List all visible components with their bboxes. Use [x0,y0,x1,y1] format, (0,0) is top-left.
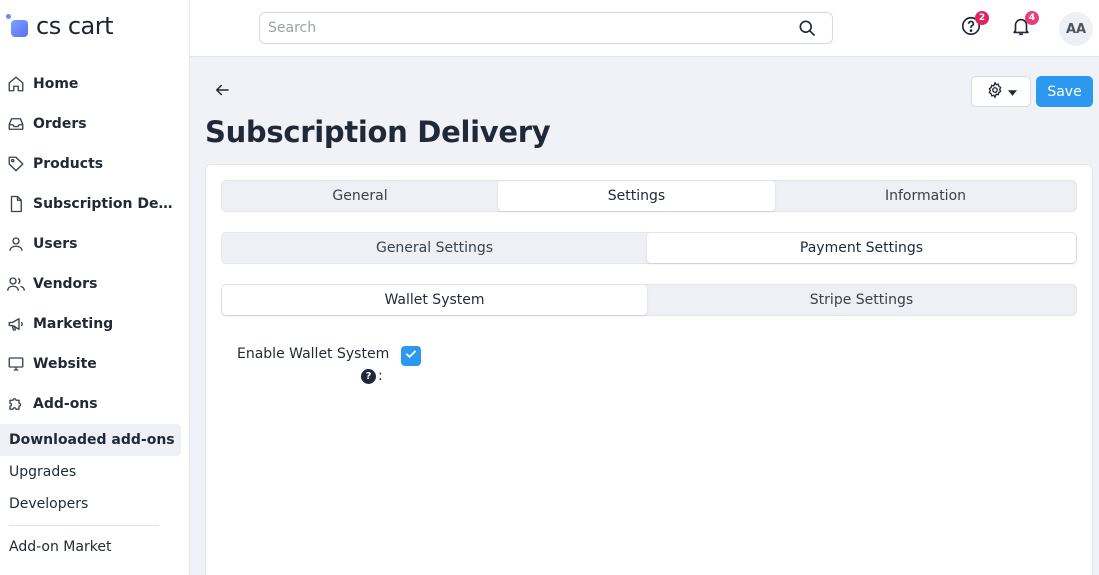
sidebar-item-website[interactable]: Website [0,344,190,384]
checkmark-icon [404,347,418,365]
sidebar-item-add-ons[interactable]: Add-ons [0,384,190,424]
notifications-button[interactable]: 4 [1009,11,1039,40]
arrow-left-icon [213,81,231,103]
settings-tabs: General Settings Payment Settings [221,232,1077,264]
caret-down-icon [1007,84,1017,100]
inbox-icon [6,114,26,134]
sidebar-item-label: Subscription Delivery [33,196,175,212]
file-icon [6,194,26,214]
sidebar-item-home[interactable]: Home [0,64,190,104]
sidebar-item-label: Add-ons [33,396,98,412]
search-icon[interactable] [796,17,818,39]
tag-icon [6,154,26,174]
sidebar-item-label: Website [33,356,97,372]
sidebar-item-products[interactable]: Products [0,144,190,184]
sidebar-item-label: Home [33,76,79,92]
sidebar-subitem-upgrades[interactable]: Upgrades [0,456,181,488]
main-tabs: General Settings Information [221,180,1077,212]
logo-mark-icon [6,14,30,38]
tab-payment-settings[interactable]: Payment Settings [647,233,1076,263]
help-center-button[interactable]: 2 [959,11,989,40]
help-badge: 2 [975,11,989,25]
sidebar-item-label: Marketing [33,316,114,332]
question-icon[interactable]: ? [361,368,376,384]
sidebar-item-orders[interactable]: Orders [0,104,190,144]
gear-icon [986,80,1004,103]
settings-dropdown-button[interactable] [971,76,1031,107]
home-icon [6,74,26,94]
sidebar-item-label: Products [33,156,104,172]
sidebar-item-label: Orders [33,116,87,132]
tab-stripe-settings[interactable]: Stripe Settings [647,285,1076,315]
save-button[interactable]: Save [1036,76,1093,107]
tab-general-settings[interactable]: General Settings [222,233,647,263]
sidebar-item-vendors[interactable]: Vendors [0,264,190,304]
megaphone-icon [6,314,26,334]
tab-information[interactable]: Information [775,181,1076,211]
back-button[interactable] [212,82,232,102]
topbar: 2 4 AA [190,0,1099,57]
sidebar: cs cart Home Orders Products Subscriptio… [0,0,190,575]
puzzle-icon [6,394,26,414]
sidebar-item-label: Vendors [33,276,98,292]
content-panel [205,164,1093,575]
tab-general[interactable]: General [222,181,498,211]
search-box [259,12,833,44]
notifications-badge: 4 [1025,11,1039,25]
monitor-icon [6,354,26,374]
sidebar-subitem-developers[interactable]: Developers [0,488,181,520]
avatar[interactable]: AA [1059,12,1093,46]
sidebar-item-label: Users [33,236,78,252]
users-icon [6,274,26,294]
sidebar-subitem-downloaded-add-ons[interactable]: Downloaded add-ons [0,424,181,456]
search-input[interactable] [268,20,796,36]
enable-wallet-help: ? : [361,368,383,384]
sidebar-divider [9,525,159,526]
sidebar-item-marketing[interactable]: Marketing [0,304,190,344]
page-title: Subscription Delivery [205,115,551,149]
label-colon: : [378,368,383,384]
sidebar-subitem-add-on-market[interactable]: Add-on Market [0,531,181,563]
sidebar-item-subscription-delivery[interactable]: Subscription Delivery [0,184,190,224]
enable-wallet-checkbox[interactable] [401,346,421,366]
cs-cart-logo[interactable]: cs cart [6,11,114,41]
payment-tabs: Wallet System Stripe Settings [221,284,1077,316]
logo-text: cs cart [36,12,114,40]
sidebar-item-users[interactable]: Users [0,224,190,264]
tab-settings[interactable]: Settings [498,181,775,211]
enable-wallet-label: Enable Wallet System [237,346,390,362]
tab-wallet-system[interactable]: Wallet System [222,285,647,315]
user-icon [6,234,26,254]
